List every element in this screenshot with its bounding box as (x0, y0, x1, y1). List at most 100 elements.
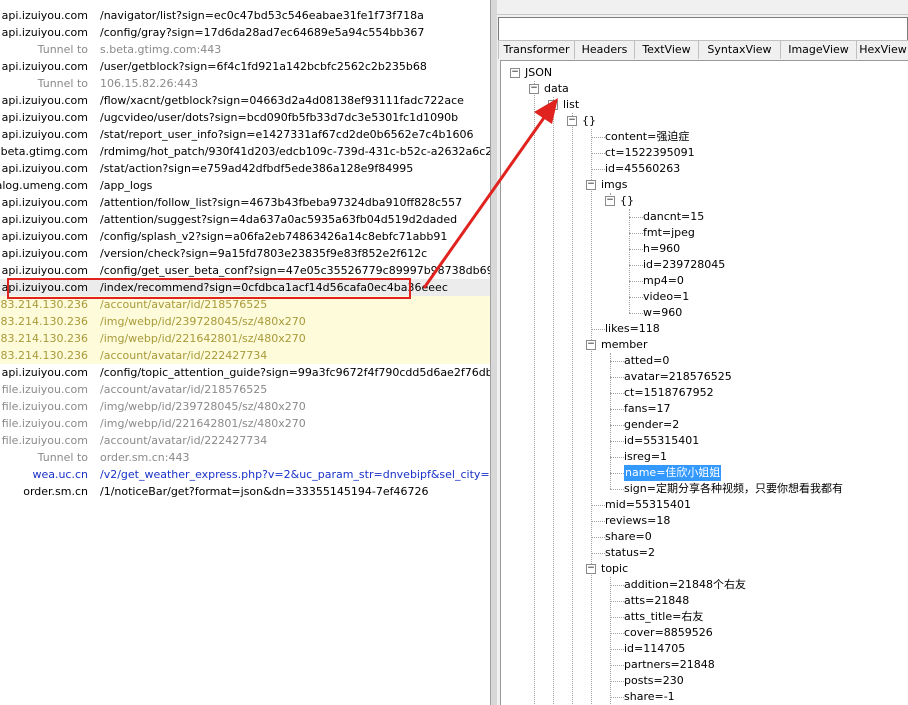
session-row[interactable]: s.beta.gtimg.com/rdmimg/hot_patch/930f41… (0, 143, 490, 160)
tree-node[interactable]: likes=118 (605, 321, 660, 337)
tree-node[interactable]: share=0 (605, 529, 652, 545)
session-row[interactable]: 183.214.130.236/account/avatar/id/222427… (0, 347, 490, 364)
tree-connector (629, 297, 643, 298)
tree-node[interactable]: sign=定期分享各种视频，只要你想看我都有 (624, 481, 843, 497)
tree-node[interactable]: cover=8859526 (624, 625, 713, 641)
tree-node[interactable]: imgs (601, 177, 628, 193)
tree-connector (610, 377, 624, 378)
tree-node[interactable]: id=239728045 (643, 257, 725, 273)
collapse-toggle-icon[interactable]: − (567, 116, 577, 126)
tab-syntaxview[interactable]: SyntaxView (698, 40, 781, 59)
tree-node[interactable]: content=强迫症 (605, 129, 689, 145)
tab-imageview[interactable]: ImageView (780, 40, 857, 59)
session-host: 183.214.130.236 (0, 315, 88, 328)
session-row[interactable]: api.izuiyou.com/stat/report_user_info?si… (0, 126, 490, 143)
session-row[interactable]: file.izuiyou.com/account/avatar/id/22242… (0, 432, 490, 449)
tree-connector (610, 425, 624, 426)
tree-node[interactable]: atted=0 (624, 353, 669, 369)
session-host: api.izuiyou.com (1, 196, 88, 209)
tree-connector (610, 681, 624, 682)
session-row[interactable]: api.izuiyou.com/user/getblock?sign=6f4c1… (0, 58, 490, 75)
tree-node[interactable]: mp4=0 (643, 273, 684, 289)
tree-node[interactable]: w=960 (643, 305, 682, 321)
session-url: /config/gray?sign=17d6da28ad7ec64689e5a9… (100, 26, 425, 39)
session-row[interactable]: api.izuiyou.com/config/gray?sign=17d6da2… (0, 24, 490, 41)
collapse-toggle-icon[interactable]: − (586, 180, 596, 190)
tree-node[interactable]: list (563, 97, 579, 113)
tree-node[interactable]: status=2 (605, 545, 655, 561)
session-row[interactable]: file.izuiyou.com/img/webp/id/221642801/s… (0, 415, 490, 432)
tree-node[interactable]: reviews=18 (605, 513, 670, 529)
collapse-toggle-icon[interactable]: − (510, 68, 520, 78)
tree-connector (610, 601, 624, 602)
tab-hexview[interactable]: HexView (856, 40, 908, 59)
session-row[interactable]: 183.214.130.236/img/webp/id/221642801/sz… (0, 330, 490, 347)
session-host: file.izuiyou.com (1, 417, 88, 430)
tree-node[interactable]: JSON (525, 65, 552, 81)
tree-node[interactable]: mid=55315401 (605, 497, 691, 513)
session-row[interactable]: api.izuiyou.com/flow/xacnt/getblock?sign… (0, 92, 490, 109)
tree-node[interactable]: data (544, 81, 569, 97)
session-row[interactable]: file.izuiyou.com/account/avatar/id/21857… (0, 381, 490, 398)
tree-node[interactable]: atts=21848 (624, 593, 689, 609)
session-row[interactable]: order.sm.cn/1/noticeBar/get?format=json&… (0, 483, 490, 500)
session-row[interactable]: api.izuiyou.com/config/topic_attention_g… (0, 364, 490, 381)
session-row[interactable]: Tunnel to 106.15.82.26:443 (0, 75, 490, 92)
tree-node[interactable]: isreg=1 (624, 449, 667, 465)
tree-node[interactable]: id=55315401 (624, 433, 699, 449)
session-url: /config/splash_v2?sign=a06fa2eb74863426a… (100, 230, 448, 243)
session-row[interactable]: Tunnel to order.sm.cn:443 (0, 449, 490, 466)
tree-node[interactable]: atts_title=右友 (624, 609, 703, 625)
tree-connector (591, 153, 605, 154)
session-row[interactable]: api.izuiyou.com/navigator/list?sign=ec0c… (0, 7, 490, 24)
inspector-text-field[interactable] (498, 17, 908, 41)
tree-node[interactable]: id=45560263 (605, 161, 680, 177)
tree-node[interactable]: h=960 (643, 241, 680, 257)
tree-node[interactable]: dancnt=15 (643, 209, 704, 225)
collapse-toggle-icon[interactable]: − (586, 340, 596, 350)
session-url: /account/avatar/id/222427734 (100, 349, 268, 362)
tree-node[interactable]: fmt=jpeg (643, 225, 695, 241)
tree-node[interactable]: share=-1 (624, 689, 675, 705)
tree-connector (629, 233, 643, 234)
session-host: order.sm.cn (23, 485, 88, 498)
tree-node[interactable]: partners=21848 (624, 657, 715, 673)
tree-node[interactable]: gender=2 (624, 417, 679, 433)
tree-node[interactable]: topic (601, 561, 628, 577)
tree-node[interactable]: avatar=218576525 (624, 369, 732, 385)
collapse-toggle-icon[interactable]: − (548, 100, 558, 110)
tab-textview[interactable]: TextView (634, 40, 699, 59)
tree-node[interactable]: name=佳欣小姐姐 (624, 465, 722, 481)
session-host: api.izuiyou.com (1, 9, 88, 22)
tab-headers[interactable]: Headers (574, 40, 635, 59)
tree-node[interactable]: fans=17 (624, 401, 671, 417)
tab-transformer[interactable]: Transformer (498, 40, 575, 59)
session-host: alog.umeng.com (0, 179, 88, 192)
session-row[interactable]: api.izuiyou.com/version/check?sign=9a15f… (0, 245, 490, 262)
tree-node[interactable]: video=1 (643, 289, 689, 305)
tree-node[interactable]: ct=1522395091 (605, 145, 695, 161)
tree-node[interactable]: member (601, 337, 647, 353)
tree-node[interactable]: {} (620, 193, 634, 209)
session-row[interactable]: api.izuiyou.com/config/get_user_beta_con… (0, 262, 490, 279)
session-row[interactable]: api.izuiyou.com/config/splash_v2?sign=a0… (0, 228, 490, 245)
session-row[interactable]: wea.uc.cn/v2/get_weather_express.php?v=2… (0, 466, 490, 483)
session-row[interactable]: alog.umeng.com/app_logs (0, 177, 490, 194)
tree-node[interactable]: {} (582, 113, 596, 129)
session-host: Tunnel to (37, 43, 88, 56)
tree-node[interactable]: posts=230 (624, 673, 684, 689)
collapse-toggle-icon[interactable]: − (605, 196, 615, 206)
session-row[interactable]: api.izuiyou.com/attention/follow_list?si… (0, 194, 490, 211)
session-row[interactable]: file.izuiyou.com/img/webp/id/239728045/s… (0, 398, 490, 415)
session-row[interactable]: api.izuiyou.com/stat/action?sign=e759ad4… (0, 160, 490, 177)
session-row[interactable]: Tunnel to s.beta.gtimg.com:443 (0, 41, 490, 58)
collapse-toggle-icon[interactable]: − (586, 564, 596, 574)
tree-node[interactable]: id=114705 (624, 641, 685, 657)
tree-node[interactable]: addition=21848个右友 (624, 577, 746, 593)
session-row[interactable]: api.izuiyou.com/ugcvideo/user/dots?sign=… (0, 109, 490, 126)
session-row[interactable]: 183.214.130.236/img/webp/id/239728045/sz… (0, 313, 490, 330)
tree-node[interactable]: ct=1518767952 (624, 385, 714, 401)
collapse-toggle-icon[interactable]: − (529, 84, 539, 94)
session-row[interactable]: api.izuiyou.com/attention/suggest?sign=4… (0, 211, 490, 228)
tree-guide-line (553, 97, 554, 705)
